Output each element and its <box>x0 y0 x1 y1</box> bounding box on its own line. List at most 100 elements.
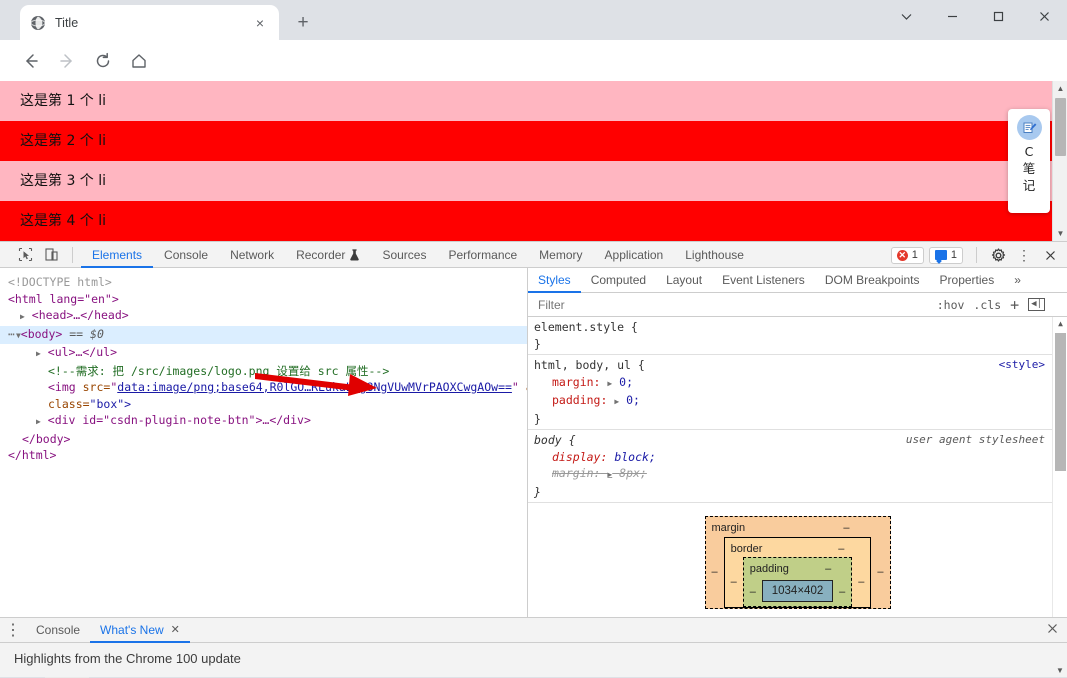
dom-line-div[interactable]: ▶ <div id="csdn-plugin-note-btn">…</div> <box>0 412 527 431</box>
styles-tab-computed[interactable]: Computed <box>581 268 656 293</box>
css-rule[interactable]: html, body, ul {<style> margin: ▶ 0; paddi… <box>528 355 1067 430</box>
box-model-diagram[interactable]: margin – – border – – padding – – 1034×4… <box>528 503 1067 609</box>
new-tab-button[interactable]: + <box>289 9 317 37</box>
drawer-scroll-down-icon[interactable]: ▼ <box>1053 664 1067 676</box>
styles-tab-properties[interactable]: Properties <box>930 268 1005 293</box>
padding-left-value[interactable]: – <box>744 584 762 601</box>
device-toolbar-icon[interactable] <box>38 243 64 267</box>
css-property-value[interactable]: block; <box>614 450 656 464</box>
drawer-menu-icon[interactable]: ⋮ <box>0 618 26 642</box>
scrollbar-thumb[interactable] <box>1055 98 1066 156</box>
css-property-name[interactable]: margin: <box>552 466 600 480</box>
devtools-tab-console[interactable]: Console <box>153 242 219 268</box>
styles-scroll-up-icon[interactable]: ▲ <box>1053 317 1067 332</box>
border-right-value[interactable]: – <box>852 574 870 591</box>
dom-line-html-close[interactable]: </html> <box>0 447 527 464</box>
css-declaration[interactable]: margin: ▶ 0; <box>534 374 1067 393</box>
dom-line-head[interactable]: ▶ <head>…</head> <box>0 307 527 326</box>
expand-caret-icon[interactable]: ▶ <box>20 312 25 321</box>
tab-close-icon[interactable]: × <box>251 14 269 32</box>
devtools-tab-performance[interactable]: Performance <box>437 242 528 268</box>
dom-line-body[interactable]: ⋯▼<body> == $0 <box>0 325 527 344</box>
home-button[interactable] <box>124 46 154 76</box>
expand-caret-icon[interactable]: ▶ <box>607 470 612 479</box>
css-rule[interactable]: body {user agent stylesheet display: bloc… <box>528 430 1067 503</box>
reload-button[interactable] <box>88 46 118 76</box>
expand-caret-icon[interactable]: ▶ <box>607 379 612 388</box>
box-model-padding[interactable]: padding – – 1034×402 – <box>742 557 853 607</box>
box-model-margin[interactable]: margin – – border – – padding – – 1034×4… <box>704 516 891 609</box>
devtools-tab-sources[interactable]: Sources <box>371 242 437 268</box>
styles-tab-styles[interactable]: Styles <box>528 268 581 293</box>
devtools-tab-application[interactable]: Application <box>594 242 675 268</box>
toggle-computed-sidebar-icon[interactable]: ◀| <box>1028 298 1045 311</box>
expand-caret-icon[interactable]: ▶ <box>36 349 41 358</box>
csdn-plugin-note-button[interactable]: C笔记 <box>1008 109 1050 213</box>
css-rule-source[interactable]: <style> <box>999 357 1045 374</box>
css-selector[interactable]: html, body, ul { <box>534 357 1067 374</box>
styles-tab-event-listeners[interactable]: Event Listeners <box>712 268 815 293</box>
window-close-button[interactable] <box>1021 0 1067 32</box>
styles-filter-input[interactable] <box>536 296 937 313</box>
drawer-tab-what-s-new[interactable]: What's New ✕ <box>90 618 190 643</box>
drawer-scrollbar[interactable]: ▼ <box>1053 643 1067 677</box>
css-property-value[interactable]: 0; <box>626 393 640 407</box>
dom-line-doctype[interactable]: <!DOCTYPE html> <box>0 274 527 291</box>
message-count-badge[interactable]: 1 <box>928 246 963 264</box>
new-style-rule-button[interactable]: + <box>1010 296 1019 314</box>
devtools-tab-network[interactable]: Network <box>219 242 285 268</box>
border-top-value[interactable]: – <box>832 541 870 558</box>
expand-caret-icon[interactable]: ▶ <box>614 397 619 406</box>
window-maximize-button[interactable] <box>975 0 1021 32</box>
dom-line-ul[interactable]: ▶ <ul>…</ul> <box>0 344 527 363</box>
error-count-badge[interactable]: ✕ 1 <box>890 246 924 264</box>
devtools-tab-lighthouse[interactable]: Lighthouse <box>674 242 755 268</box>
css-property-name[interactable]: margin: <box>552 375 600 389</box>
css-declaration[interactable]: padding: ▶ 0; <box>534 392 1067 411</box>
drawer-tab-console[interactable]: Console <box>26 618 90 643</box>
page-scrollbar-vertical[interactable]: ▲ ▼ <box>1052 81 1067 241</box>
node-menu-dots-icon[interactable]: ⋯ <box>8 327 16 341</box>
css-rule[interactable]: element.style {} <box>528 317 1067 355</box>
scrollbar-up-arrow-icon[interactable]: ▲ <box>1053 81 1067 96</box>
cls-toggle[interactable]: .cls <box>973 298 1001 312</box>
devtools-close-icon[interactable] <box>1037 243 1063 267</box>
styles-scrollbar-thumb[interactable] <box>1055 333 1066 471</box>
margin-right-value[interactable]: – <box>871 564 889 581</box>
devtools-tab-recorder[interactable]: Recorder <box>285 242 371 268</box>
expand-caret-icon[interactable]: ▶ <box>36 417 41 426</box>
margin-left-value[interactable]: – <box>706 564 724 581</box>
css-rule-source[interactable]: user agent stylesheet <box>906 432 1045 449</box>
styles-tab-dom-breakpoints[interactable]: DOM Breakpoints <box>815 268 930 293</box>
scrollbar-down-arrow-icon[interactable]: ▼ <box>1053 226 1067 241</box>
devtools-more-icon[interactable]: ⋮ <box>1011 243 1037 267</box>
window-minimize-button[interactable] <box>929 0 975 32</box>
css-property-name[interactable]: display: <box>552 450 607 464</box>
box-model-border[interactable]: border – – padding – – 1034×402 – – <box>723 536 872 608</box>
back-button[interactable] <box>16 46 46 76</box>
devtools-tab-elements[interactable]: Elements <box>81 242 153 268</box>
dom-line-body-close[interactable]: </body> <box>0 431 527 448</box>
chevron-down-icon[interactable] <box>883 0 929 32</box>
box-model-content-size[interactable]: 1034×402 <box>761 579 834 602</box>
inspect-element-icon[interactable] <box>12 243 38 267</box>
padding-top-value[interactable]: – <box>819 561 851 578</box>
css-declaration[interactable]: margin: ▶ 8px; <box>534 465 1067 484</box>
devtools-tab-memory[interactable]: Memory <box>528 242 593 268</box>
css-property-value[interactable]: 0; <box>619 375 633 389</box>
styles-tab-layout[interactable]: Layout <box>656 268 712 293</box>
drawer-close-icon[interactable] <box>1046 622 1059 635</box>
browser-tab[interactable]: Title × <box>20 5 279 40</box>
css-property-value[interactable]: 8px; <box>619 466 647 480</box>
forward-button[interactable] <box>52 46 82 76</box>
css-declaration[interactable]: display: block; <box>534 449 1067 466</box>
styles-tab--[interactable]: » <box>1004 268 1031 293</box>
dom-line-html-open[interactable]: <html lang="en"> <box>0 291 527 308</box>
border-left-value[interactable]: – <box>725 574 743 591</box>
dom-tree[interactable]: <!DOCTYPE html> <html lang="en"> ▶ <head… <box>0 268 527 653</box>
drawer-tab-close-icon[interactable]: ✕ <box>171 618 180 643</box>
css-selector[interactable]: element.style { <box>534 319 1067 336</box>
padding-right-value[interactable]: – <box>833 584 851 601</box>
hov-toggle[interactable]: :hov <box>937 298 965 312</box>
margin-top-value[interactable]: – <box>837 520 889 537</box>
